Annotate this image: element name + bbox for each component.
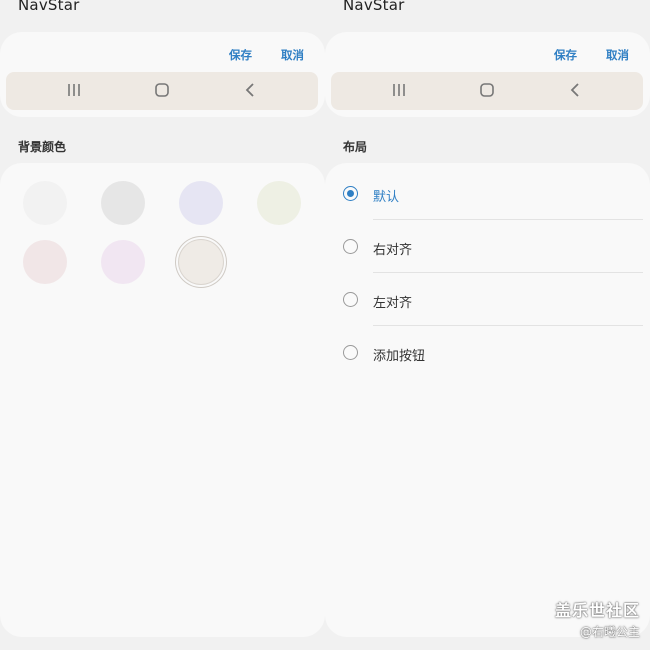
option-label: 添加按钮 — [373, 349, 426, 364]
radio-button[interactable] — [343, 345, 358, 360]
app-title: NavStar — [18, 0, 80, 14]
radio-button[interactable] — [343, 239, 358, 254]
app-title: NavStar — [343, 0, 405, 14]
color-swatch[interactable] — [179, 181, 223, 225]
color-swatch-selected[interactable] — [179, 240, 223, 284]
color-swatch[interactable] — [23, 181, 67, 225]
preview-card: 保存 取消 — [0, 32, 325, 117]
watermark-main: 盖乐世社区 — [554, 601, 640, 620]
recent-apps-icon — [392, 82, 406, 98]
watermark-sub: @右曦公主 — [579, 625, 640, 639]
option-label: 右对齐 — [373, 243, 413, 258]
color-swatch[interactable] — [257, 181, 301, 225]
layout-option-left-align[interactable]: 左对齐 — [343, 269, 643, 326]
save-button[interactable]: 保存 — [554, 47, 577, 63]
color-swatch[interactable] — [101, 181, 145, 225]
watermark: 盖乐世社区 @右曦公主 — [555, 597, 640, 640]
color-options-card — [0, 163, 325, 637]
back-icon — [244, 82, 256, 98]
background-color-label: 背景颜色 — [18, 140, 67, 154]
preview-card: 保存 取消 — [325, 32, 650, 117]
radio-button[interactable] — [343, 186, 358, 201]
layout-options-card: 默认 右对齐 左对齐 添加按钮 — [325, 163, 650, 637]
layout-option-add-button[interactable]: 添加按钮 — [343, 322, 643, 374]
layout-label: 布局 — [343, 140, 368, 154]
recent-apps-icon — [67, 82, 81, 98]
home-icon — [154, 82, 170, 98]
cancel-button[interactable]: 取消 — [281, 47, 304, 63]
left-panel: NavStar 保存 取消 背景颜色 — [0, 0, 325, 650]
color-swatch[interactable] — [101, 240, 145, 284]
navigation-bar-preview — [6, 72, 318, 110]
layout-option-default[interactable]: 默认 — [343, 163, 643, 220]
color-swatch[interactable] — [23, 240, 67, 284]
back-icon — [569, 82, 581, 98]
home-icon — [479, 82, 495, 98]
option-label: 左对齐 — [373, 296, 413, 311]
radio-button[interactable] — [343, 292, 358, 307]
save-button[interactable]: 保存 — [229, 47, 252, 63]
layout-option-right-align[interactable]: 右对齐 — [343, 216, 643, 273]
right-panel: NavStar 保存 取消 布局 默认 右对齐 左对齐 添加按钮 — [325, 0, 650, 650]
navigation-bar-preview — [331, 72, 643, 110]
option-label: 默认 — [373, 190, 400, 205]
cancel-button[interactable]: 取消 — [606, 47, 629, 63]
